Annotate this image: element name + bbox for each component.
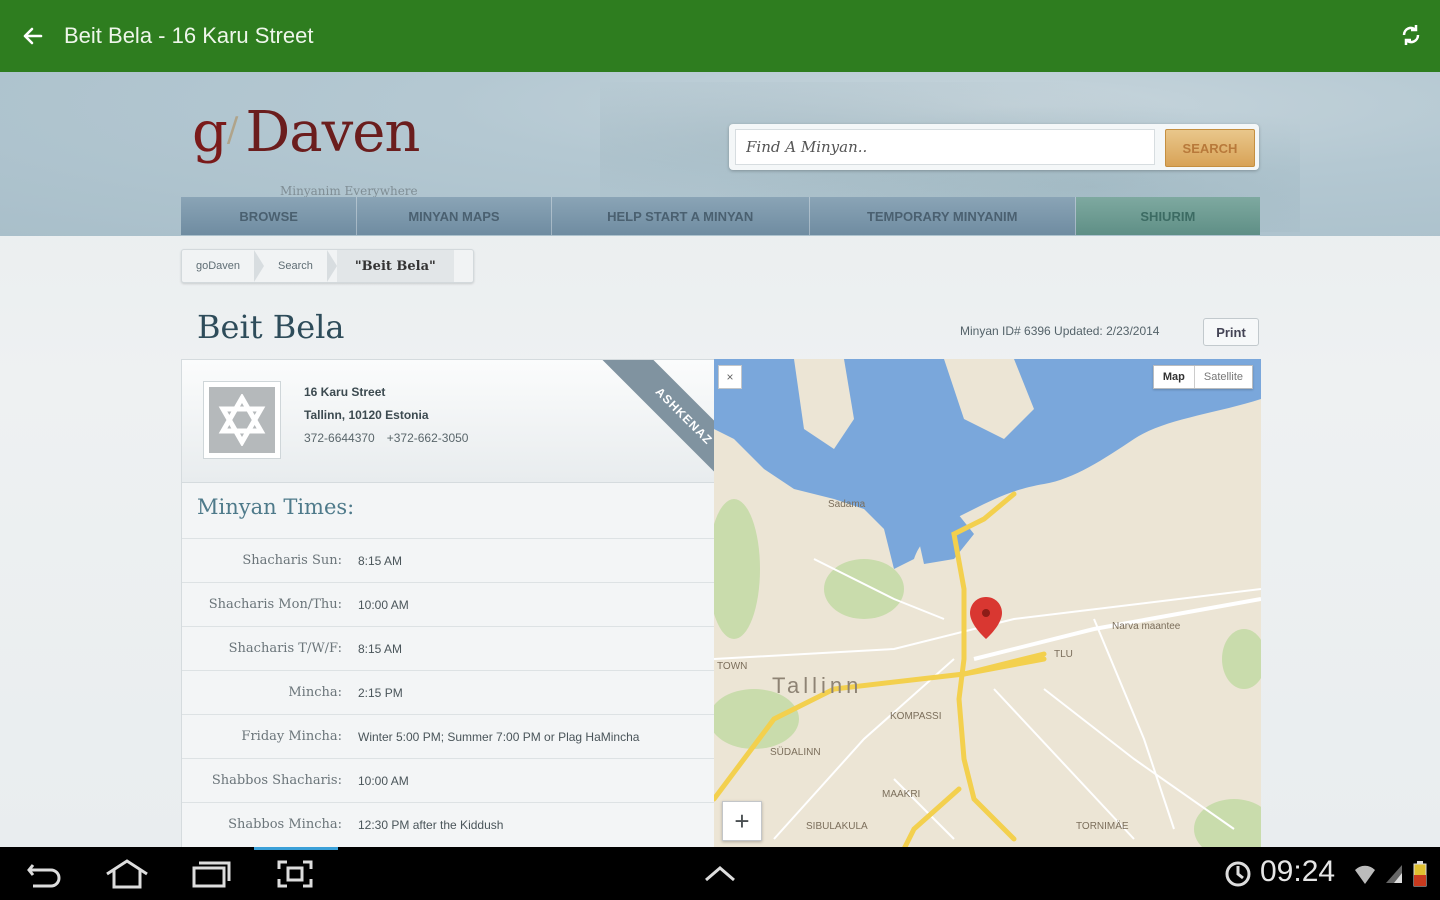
nusach-ribbon: ASHKENAZ xyxy=(600,360,714,480)
zoom-in-button[interactable]: + xyxy=(722,801,762,841)
time-value: 10:00 AM xyxy=(358,773,409,788)
phone-2[interactable]: +372-662-3050 xyxy=(387,431,469,445)
address-line2: Tallinn, 10120 Estonia xyxy=(304,408,429,422)
breadcrumb-separator xyxy=(254,250,265,282)
listing-panel: 16 Karu Street Tallinn, 10120 Estonia 37… xyxy=(181,359,715,847)
nav-shiurim[interactable]: SHIURIM xyxy=(1075,197,1260,235)
map-label: KOMPASSI xyxy=(890,711,942,722)
time-value: 2:15 PM xyxy=(358,685,403,700)
map-type-satellite[interactable]: Satellite xyxy=(1195,366,1252,388)
screenshot-icon[interactable] xyxy=(270,847,320,900)
time-label: Shabbos Mincha: xyxy=(228,817,342,832)
breadcrumb-search[interactable]: Search xyxy=(264,250,327,282)
sync-icon xyxy=(1220,847,1256,900)
minyan-times-title: Minyan Times: xyxy=(197,495,355,519)
refresh-button[interactable] xyxy=(1396,20,1426,50)
time-value: 12:30 PM after the Kiddush xyxy=(358,817,504,832)
map-label: TLU xyxy=(1054,649,1073,660)
time-row: Friday Mincha: Winter 5:00 PM; Summer 7:… xyxy=(182,714,714,758)
listing-header: 16 Karu Street Tallinn, 10120 Estonia 37… xyxy=(182,360,714,483)
app-title: Beit Bela - 16 Karu Street xyxy=(64,23,314,48)
time-value: 10:00 AM xyxy=(358,597,409,612)
map-type-toggle: Map Satellite xyxy=(1152,365,1253,389)
phone-numbers: 372-6644370 +372-662-3050 xyxy=(304,431,468,445)
nav-browse[interactable]: BROWSE xyxy=(181,197,358,235)
logo-g: g xyxy=(192,100,228,165)
map-label: Sadama xyxy=(828,499,866,510)
location-map[interactable]: Tallinn Sadama Narva maantee TLU KOMPASS… xyxy=(714,359,1261,847)
time-value: 8:15 AM xyxy=(358,641,403,656)
map-city-label: Tallinn xyxy=(772,673,863,698)
back-icon[interactable] xyxy=(20,847,70,900)
time-row: Shacharis Sun: 8:15 AM xyxy=(182,538,714,582)
breadcrumb: goDaven Search "Beit Bela" xyxy=(181,249,474,283)
chevron-up-icon[interactable] xyxy=(696,847,744,900)
time-label: Shabbos Shacharis: xyxy=(211,773,342,788)
time-row: Shabbos Shacharis: 10:00 AM xyxy=(182,758,714,802)
webview: g/Daven Minyanim Everywhere SEARCH BROWS… xyxy=(0,72,1440,847)
map-label: MAAKRI xyxy=(882,789,921,800)
time-row: Shacharis Mon/Thu: 10:00 AM xyxy=(182,582,714,626)
map-label: Narva maantee xyxy=(1112,621,1181,632)
system-nav-bar: 09:24 xyxy=(0,847,1440,900)
search-box: SEARCH xyxy=(729,124,1259,170)
refresh-icon xyxy=(1402,25,1420,45)
address-line1: 16 Karu Street xyxy=(304,385,386,399)
map-canvas xyxy=(714,359,1261,847)
logo-daven: Daven xyxy=(245,100,420,165)
arrow-left-icon xyxy=(23,27,43,45)
star-of-david-icon xyxy=(218,394,266,446)
nav-help-start-minyan[interactable]: HELP START A MINYAN xyxy=(552,197,810,235)
map-close-button[interactable]: × xyxy=(718,365,742,389)
battery-icon xyxy=(1408,847,1432,900)
time-row: Shabbos Mincha: 12:30 PM after the Kiddu… xyxy=(182,802,714,846)
wifi-icon xyxy=(1352,847,1378,900)
breadcrumb-separator xyxy=(326,250,337,282)
map-label: SIBULAKULA xyxy=(806,821,868,832)
recent-apps-icon[interactable] xyxy=(186,847,236,900)
time-label: Shacharis T/W/F: xyxy=(228,641,342,656)
page-title: Beit Bela xyxy=(197,308,345,346)
time-value: 8:15 AM xyxy=(358,553,403,568)
back-button[interactable] xyxy=(0,0,64,72)
phone-1[interactable]: 372-6644370 xyxy=(304,431,375,445)
time-value: Winter 5:00 PM; Summer 7:00 PM or Plag H… xyxy=(358,729,640,744)
time-label: Friday Mincha: xyxy=(241,729,342,744)
signal-icon xyxy=(1382,847,1406,900)
map-type-map[interactable]: Map xyxy=(1154,366,1195,388)
site-logo[interactable]: g/Daven Minyanim Everywhere xyxy=(192,100,452,198)
print-button[interactable]: Print xyxy=(1203,318,1259,346)
breadcrumb-godaven[interactable]: goDaven xyxy=(182,250,254,282)
time-label: Shacharis Sun: xyxy=(242,553,342,568)
listing-image xyxy=(203,381,281,459)
time-label: Mincha: xyxy=(288,685,342,700)
search-input[interactable] xyxy=(735,129,1155,165)
app-bar: Beit Bela - 16 Karu Street xyxy=(0,0,1440,72)
active-indicator xyxy=(254,847,338,850)
time-label: Shacharis Mon/Thu: xyxy=(208,597,342,612)
nav-minyan-maps[interactable]: MINYAN MAPS xyxy=(357,197,552,235)
search-button[interactable]: SEARCH xyxy=(1165,129,1255,167)
nav-temporary-minyanim[interactable]: TEMPORARY MINYANIM xyxy=(810,197,1076,235)
clock: 09:24 xyxy=(1260,855,1336,888)
main-nav: BROWSE MINYAN MAPS HELP START A MINYAN T… xyxy=(181,197,1260,235)
logo-tagline: Minyanim Everywhere xyxy=(280,184,418,198)
map-label: TOWN xyxy=(717,661,748,672)
minyan-meta: Minyan ID# 6396 Updated: 2/23/2014 xyxy=(960,324,1160,338)
logo-flame-icon: / xyxy=(226,110,239,150)
home-icon[interactable] xyxy=(102,847,152,900)
map-label: SÜDALINN xyxy=(770,747,821,758)
map-label: TORNIMÄE xyxy=(1076,821,1129,832)
time-row: Shacharis T/W/F: 8:15 AM xyxy=(182,626,714,670)
breadcrumb-current: "Beit Bela" xyxy=(336,250,454,282)
time-row: Mincha: 2:15 PM xyxy=(182,670,714,714)
